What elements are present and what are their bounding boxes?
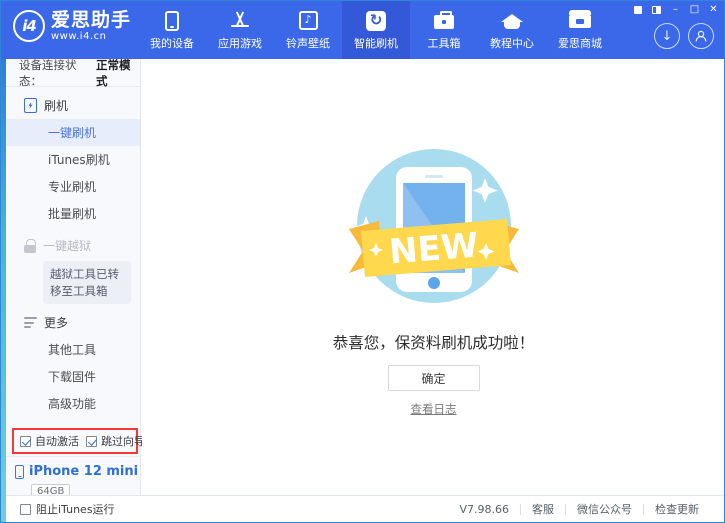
wechat-official-link[interactable]: 微信公众号 <box>566 501 643 517</box>
main-content: NEW 恭喜您，保资料刷机成功啦！ 确定 查看日志 <box>142 59 725 496</box>
checkbox-box <box>20 436 31 447</box>
nav-label: 应用游戏 <box>218 35 262 51</box>
ringtone-icon <box>297 10 319 32</box>
shop-icon <box>569 10 591 32</box>
logo-subtitle: www.i4.cn <box>51 32 131 42</box>
checkbox-label: 阻止iTunes运行 <box>36 501 115 517</box>
sidebar-item-advanced-features[interactable]: 高级功能 <box>6 390 140 417</box>
view-log-link[interactable]: 查看日志 <box>142 401 725 417</box>
logo-mark-icon: i4 <box>13 10 45 42</box>
sidebar-item-label: 一键刷机 <box>48 124 96 141</box>
app-header: i4 爱思助手 www.i4.cn 我的设备 应用游戏 铃声壁纸 <box>1 1 725 59</box>
connection-status: 设备连接状态：正常模式 <box>6 59 140 87</box>
nav-label: 工具箱 <box>428 35 461 51</box>
svg-text:NEW: NEW <box>387 226 479 273</box>
status-bar-links: V7.98.66 客服 微信公众号 检查更新 <box>448 501 710 517</box>
nav-item-apps-games[interactable]: 应用游戏 <box>206 1 274 59</box>
lock-icon <box>24 239 36 253</box>
device-phone-icon <box>15 465 24 479</box>
sidebar-item-label: 下载固件 <box>48 368 96 385</box>
phone-icon <box>161 10 183 32</box>
nav-label: 爱思商城 <box>558 35 602 51</box>
account-avatar-icon[interactable] <box>688 23 714 49</box>
sidebar-item-label: 专业刷机 <box>48 178 96 195</box>
app-logo[interactable]: i4 爱思助手 www.i4.cn <box>13 10 131 42</box>
connection-status-label: 设备连接状态： <box>19 57 96 89</box>
graduation-cap-icon <box>501 10 523 32</box>
sidebar-group-flash[interactable]: 刷机 <box>6 92 140 119</box>
checkbox-auto-activate[interactable]: 自动激活 <box>20 433 79 449</box>
result-message: 恭喜您，保资料刷机成功啦！ <box>142 331 725 353</box>
maximize-icon[interactable]: □ <box>686 3 703 16</box>
app-window: i4 爱思助手 www.i4.cn 我的设备 应用游戏 铃声壁纸 <box>0 0 725 523</box>
sidebar-group-jailbreak: 一键越狱 <box>6 232 140 259</box>
appstore-icon <box>229 10 251 32</box>
nav-item-toolbox[interactable]: 工具箱 <box>410 1 478 59</box>
nav-item-ringtone-wallpaper[interactable]: 铃声壁纸 <box>274 1 342 59</box>
new-phone-badge-illustration: NEW <box>339 131 529 325</box>
sidebar-item-pro-flash[interactable]: 专业刷机 <box>6 173 140 200</box>
connection-status-value: 正常模式 <box>96 57 140 89</box>
confirm-button[interactable]: 确定 <box>388 365 480 391</box>
sidebar-item-itunes-flash[interactable]: iTunes刷机 <box>6 146 140 173</box>
sidebar-item-label: 高级功能 <box>48 395 96 412</box>
skin-icon[interactable] <box>629 3 646 16</box>
sidebar-group-label: 更多 <box>44 314 68 331</box>
nav-label: 智能刷机 <box>354 35 398 51</box>
checkbox-skip-wizard[interactable]: 跳过向导 <box>86 433 145 449</box>
status-bar: 阻止iTunes运行 V7.98.66 客服 微信公众号 检查更新 <box>6 495 724 522</box>
sidebar-item-label: 批量刷机 <box>48 205 96 222</box>
nav-item-tutorial-center[interactable]: 教程中心 <box>478 1 546 59</box>
nav-label: 我的设备 <box>150 35 194 51</box>
sidebar-item-other-tools[interactable]: 其他工具 <box>6 336 140 363</box>
checkbox-box <box>86 436 97 447</box>
sidebar: 设备连接状态：正常模式 刷机 一键刷机 iTunes刷机 专业刷机 批量刷机 一… <box>6 59 141 523</box>
more-icon <box>24 317 37 328</box>
header-actions: ↓ <box>654 23 714 49</box>
app-version: V7.98.66 <box>448 503 520 516</box>
flash-options-highlight: 自动激活 跳过向导 <box>12 428 138 454</box>
window-controls: – □ ✕ <box>629 3 722 16</box>
sidebar-item-label: iTunes刷机 <box>48 151 110 168</box>
jailbreak-moved-tooltip: 越狱工具已转移至工具箱 <box>43 261 131 304</box>
menu-icon[interactable] <box>648 3 665 16</box>
sidebar-item-one-key-flash[interactable]: 一键刷机 <box>6 119 140 146</box>
nav-item-my-device[interactable]: 我的设备 <box>138 1 206 59</box>
sidebar-group-label: 刷机 <box>44 97 68 114</box>
nav-item-store[interactable]: 爱思商城 <box>546 1 614 59</box>
nav-item-smart-flash[interactable]: 智能刷机 <box>342 1 410 59</box>
device-name: iPhone 12 mini <box>29 464 138 479</box>
left-edge-accent <box>1 59 6 523</box>
sidebar-item-batch-flash[interactable]: 批量刷机 <box>6 200 140 227</box>
checkbox-block-itunes[interactable]: 阻止iTunes运行 <box>20 501 115 517</box>
toolbox-icon <box>433 10 455 32</box>
main-navigation: 我的设备 应用游戏 铃声壁纸 智能刷机 工具箱 教 <box>138 1 614 59</box>
refresh-icon <box>365 10 387 32</box>
sidebar-item-download-firmware[interactable]: 下载固件 <box>6 363 140 390</box>
logo-title: 爱思助手 <box>51 11 131 30</box>
sidebar-group-label: 一键越狱 <box>43 237 91 254</box>
nav-label: 铃声壁纸 <box>286 35 330 51</box>
download-icon[interactable]: ↓ <box>654 23 680 49</box>
check-update-link[interactable]: 检查更新 <box>644 501 710 517</box>
checkbox-label: 跳过向导 <box>101 433 145 449</box>
sidebar-item-label: 其他工具 <box>48 341 96 358</box>
close-icon[interactable]: ✕ <box>705 3 722 16</box>
sidebar-group-more[interactable]: 更多 <box>6 309 140 336</box>
flash-icon <box>24 98 37 113</box>
customer-service-link[interactable]: 客服 <box>521 501 565 517</box>
nav-label: 教程中心 <box>490 35 534 51</box>
device-title: iPhone 12 mini <box>15 464 140 479</box>
checkbox-box <box>20 504 31 515</box>
minimize-icon[interactable]: – <box>667 3 684 16</box>
checkbox-label: 自动激活 <box>35 433 79 449</box>
